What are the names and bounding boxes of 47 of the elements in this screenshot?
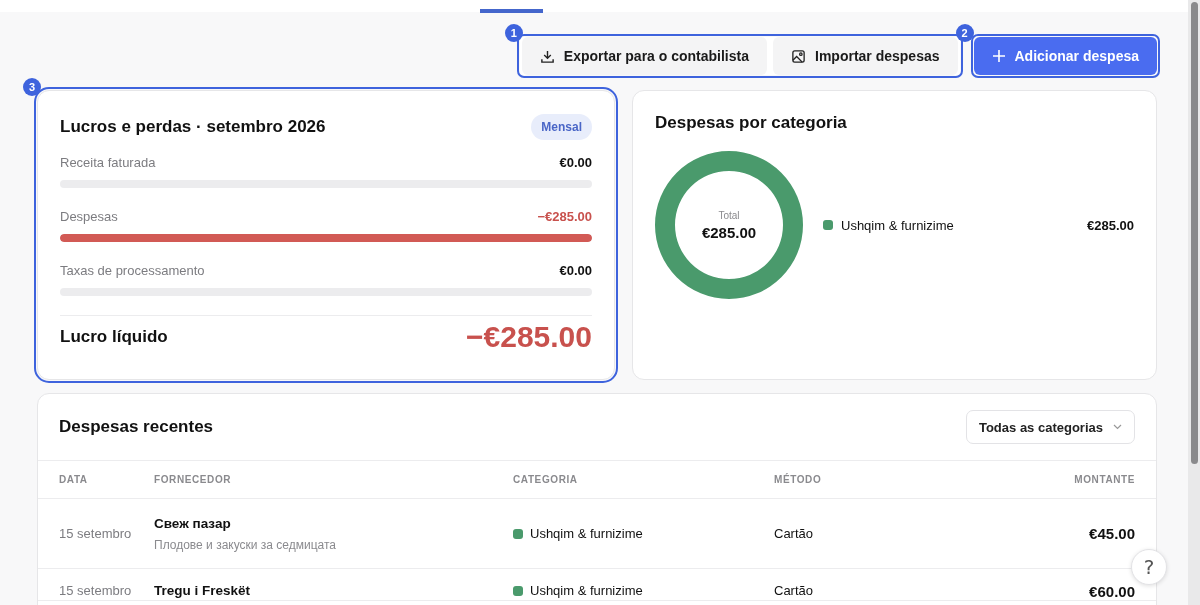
legend-amount: €285.00 — [1087, 217, 1134, 233]
import-button[interactable]: Importar despesas — [773, 37, 958, 75]
method-cell-text: Cartão — [774, 526, 815, 541]
annotation-badge: 3 — [23, 78, 41, 96]
image-icon — [791, 48, 806, 64]
annotation-badge: 2 — [955, 24, 974, 42]
period-badge: Mensal — [531, 114, 592, 140]
net-profit-label: Lucro líquido — [60, 326, 168, 347]
line-amount: €0.00 — [559, 154, 592, 170]
card-title: Lucros e perdas · setembro 2026 — [60, 117, 326, 137]
line-amount: −€285.00 — [537, 208, 592, 224]
add-expense-button[interactable]: Adicionar despesa — [973, 37, 1157, 75]
tab-underline — [480, 9, 543, 13]
download-icon — [539, 48, 555, 64]
amount-cell: €60.00 — [1089, 583, 1135, 600]
scrollbar-thumb[interactable] — [1191, 2, 1198, 464]
column-header: MÉTODO — [774, 474, 823, 485]
help-button[interactable]: ? — [1131, 549, 1167, 585]
date-cell-text: 15 setembro — [59, 526, 133, 541]
export-button[interactable]: Exportar para o contabilista — [521, 37, 767, 75]
line-label: Receita faturada — [60, 154, 156, 170]
column-header: DATA — [59, 474, 89, 485]
legend-label: Ushqim & furnizime — [841, 217, 954, 233]
total-value: €285.00 — [701, 223, 757, 241]
annotation-badge: 1 — [504, 24, 523, 42]
net-profit-amount: −€285.00 — [466, 319, 592, 354]
date-cell-text: 15 setembro — [59, 583, 133, 598]
total-label: Total — [718, 209, 740, 221]
column-header: CATEGORIA — [513, 474, 579, 485]
card-title: Despesas por categoria — [655, 113, 848, 133]
scrollbar[interactable] — [1188, 0, 1200, 605]
amount-cell: €45.00 — [1089, 525, 1135, 542]
card-title: Despesas recentes — [59, 417, 214, 437]
vendor-name: Tregu i Freskët — [154, 583, 252, 598]
line-amount: €0.00 — [559, 262, 592, 278]
line-label: Despesas — [60, 208, 118, 224]
chevron-down-icon — [1113, 424, 1122, 430]
vendor-name: Свеж пазар — [154, 515, 232, 531]
column-header: MONTANTE — [1074, 474, 1135, 485]
column-header: FORNECEDOR — [154, 474, 233, 485]
line-label: Taxas de processamento — [60, 262, 205, 278]
method-cell-text: Cartão — [774, 583, 815, 598]
category-dropdown[interactable]: Todas as categorias — [965, 410, 1135, 444]
category-cell: Ushqim & furnizime — [530, 526, 643, 541]
vendor-note: Плодове и закуски за седмицата — [154, 537, 338, 552]
category-cell: Ushqim & furnizime — [530, 583, 643, 598]
plus-icon — [991, 49, 1006, 63]
